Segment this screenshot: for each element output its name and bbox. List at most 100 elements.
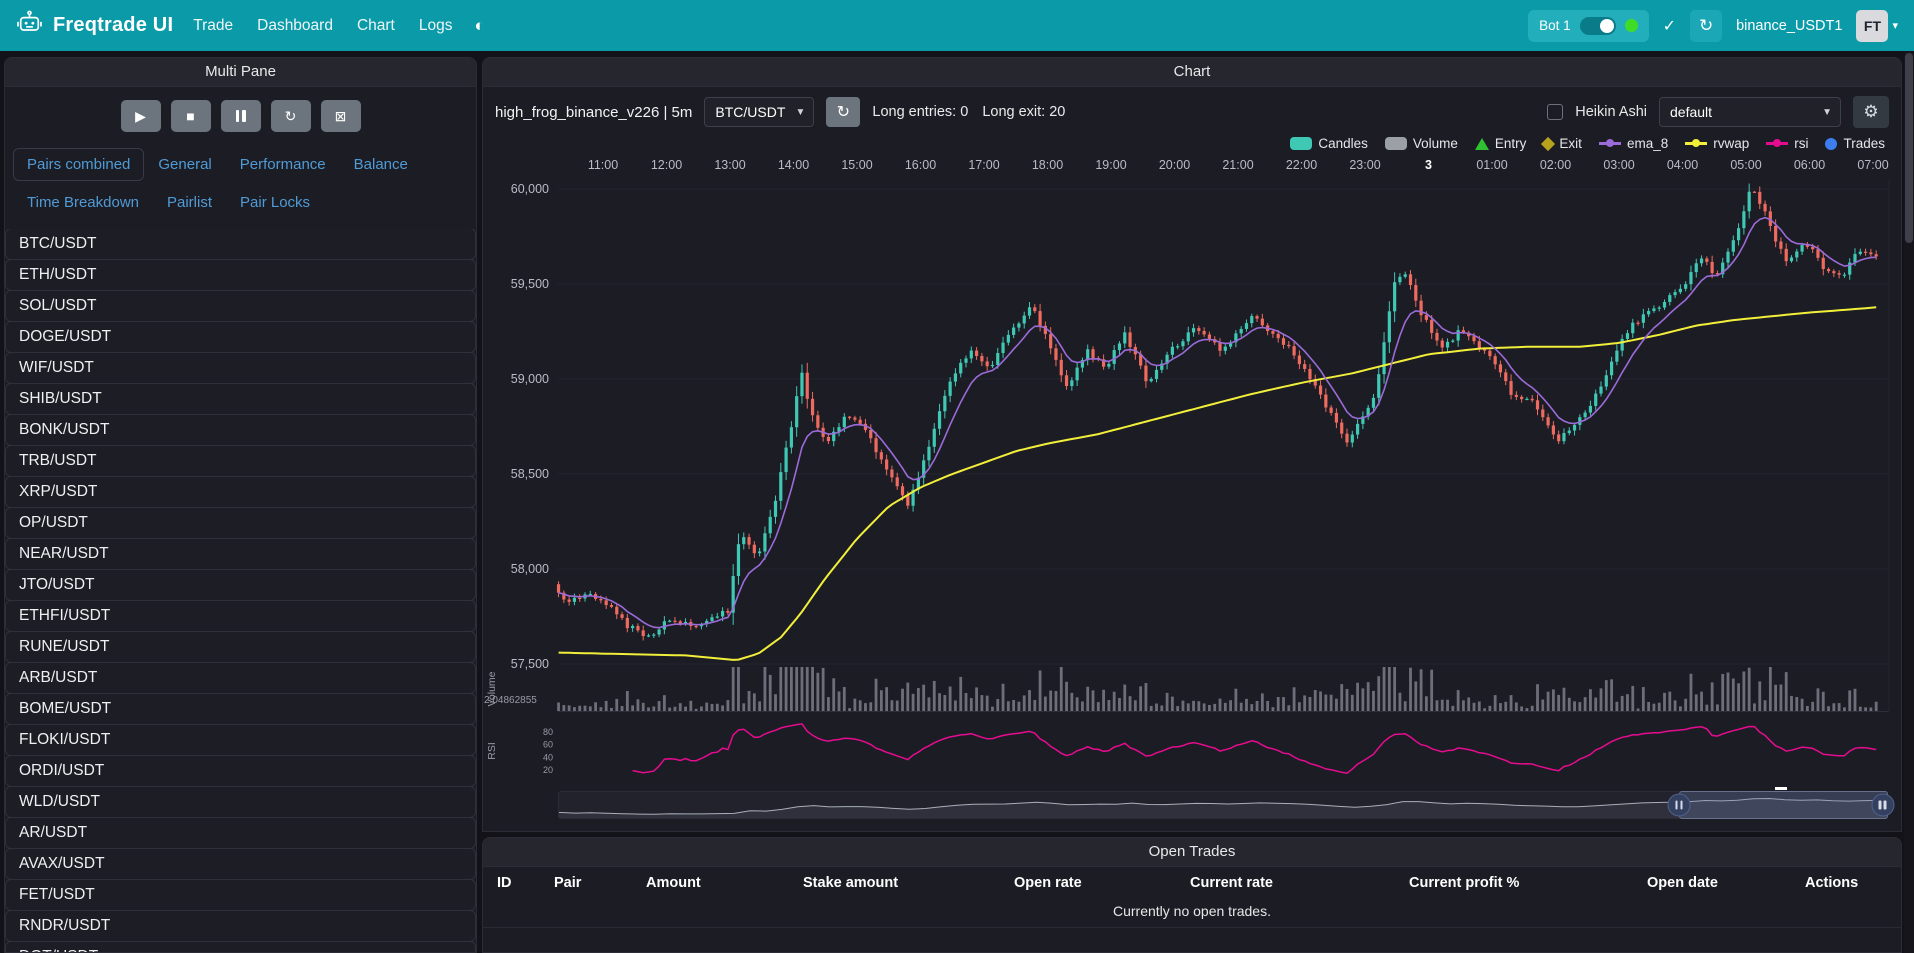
pair-item[interactable]: JTO/USDT <box>5 569 476 601</box>
svg-text:19:00: 19:00 <box>1095 158 1126 172</box>
svg-text:59,500: 59,500 <box>511 277 549 291</box>
pair-item[interactable]: WLD/USDT <box>5 786 476 818</box>
volume-marker-icon <box>1385 137 1407 150</box>
pair-item[interactable]: RNDR/USDT <box>5 910 476 942</box>
tab-performance[interactable]: Performance <box>226 148 340 181</box>
tab-balance[interactable]: Balance <box>340 148 422 181</box>
navbar-links: Trade Dashboard Chart Logs <box>193 17 452 35</box>
svg-text:23:00: 23:00 <box>1349 158 1380 172</box>
column-actions: Actions <box>1805 875 1887 891</box>
tab-pairlist[interactable]: Pairlist <box>153 186 226 219</box>
svg-text:40: 40 <box>543 752 553 762</box>
open-trades-panel: Open Trades IDPairAmountStake amountOpen… <box>482 837 1902 953</box>
heikin-ashi-label: Heikin Ashi <box>1575 104 1647 120</box>
pair-item[interactable]: OP/USDT <box>5 507 476 539</box>
svg-text:60,000: 60,000 <box>511 182 549 196</box>
column-id: ID <box>497 875 554 891</box>
long-exits-label: Long exit: 20 <box>982 104 1065 120</box>
pair-item[interactable]: FLOKI/USDT <box>5 724 476 756</box>
pair-select[interactable]: BTC/USDT ▼ <box>704 97 814 127</box>
pair-item[interactable]: DOT/USDT <box>5 941 476 952</box>
reload-icon: ↻ <box>1699 16 1713 36</box>
gear-icon: ⚙ <box>1863 102 1878 121</box>
chart-panel-title: Chart <box>483 58 1901 87</box>
nav-link-chart[interactable]: Chart <box>357 17 395 35</box>
brand[interactable]: Freqtrade UI <box>16 10 173 42</box>
multi-pane-tabs: Pairs combinedGeneralPerformanceBalance T… <box>5 142 476 221</box>
play-button[interactable]: ▶ <box>121 100 161 132</box>
pair-item[interactable]: WIF/USDT <box>5 352 476 384</box>
pair-item[interactable]: NEAR/USDT <box>5 538 476 570</box>
legend-item-exit[interactable]: Exit <box>1543 136 1582 151</box>
plot-settings-button[interactable]: ⚙ <box>1853 96 1889 128</box>
svg-text:14:00: 14:00 <box>778 158 809 172</box>
tab-time-breakdown[interactable]: Time Breakdown <box>13 186 153 219</box>
nav-link-dashboard[interactable]: Dashboard <box>257 17 333 35</box>
pair-item[interactable]: ORDI/USDT <box>5 755 476 787</box>
column-open-date: Open date <box>1647 875 1805 891</box>
legend-item-volume[interactable]: Volume <box>1385 136 1458 151</box>
refresh-chart-button[interactable]: ↻ <box>826 97 860 127</box>
exit-marker-icon <box>1541 136 1555 150</box>
legend-item-trades[interactable]: Trades <box>1825 136 1885 151</box>
pair-item[interactable]: ARB/USDT <box>5 662 476 694</box>
theme-toggle-icon[interactable]: ◐ <box>474 16 484 36</box>
refresh-all-button[interactable]: ↻ <box>1690 10 1722 42</box>
rsi-marker-icon <box>1766 142 1788 145</box>
pair-item[interactable]: FET/USDT <box>5 879 476 911</box>
pair-item[interactable]: AR/USDT <box>5 817 476 849</box>
reload-button[interactable]: ↻ <box>271 100 311 132</box>
nav-link-logs[interactable]: Logs <box>419 17 453 35</box>
bot-toggle[interactable] <box>1580 17 1616 35</box>
tab-pairs-combined[interactable]: Pairs combined <box>13 148 144 181</box>
chevron-down-icon: ▼ <box>795 107 805 118</box>
bot-selector[interactable]: Bot 1 <box>1528 10 1649 42</box>
navigator-right-handle[interactable] <box>1871 794 1894 817</box>
stop-button[interactable]: ■ <box>171 100 211 132</box>
pair-item[interactable]: RUNE/USDT <box>5 631 476 663</box>
svg-text:80: 80 <box>543 727 553 737</box>
pair-item[interactable]: SHIB/USDT <box>5 383 476 415</box>
strategy-timeframe-label: high_frog_binance_v226 | 5m <box>495 104 692 121</box>
pair-item[interactable]: BOME/USDT <box>5 693 476 725</box>
pair-item[interactable]: TRB/USDT <box>5 445 476 477</box>
tab-pair-locks[interactable]: Pair Locks <box>226 186 324 219</box>
pair-item[interactable]: BONK/USDT <box>5 414 476 446</box>
clear-chart-button[interactable]: ⊠ <box>321 100 361 132</box>
tab-general[interactable]: General <box>144 148 225 181</box>
navigator-left-handle[interactable] <box>1668 794 1691 817</box>
svg-text:21:00: 21:00 <box>1222 158 1253 172</box>
pause-button[interactable] <box>221 100 261 132</box>
legend-item-entry[interactable]: Entry <box>1475 136 1527 151</box>
pair-item[interactable]: BTC/USDT <box>5 229 476 260</box>
heikin-ashi-checkbox[interactable] <box>1547 104 1563 120</box>
navigator-selected-range[interactable] <box>1679 791 1888 819</box>
legend-item-rvwap[interactable]: rvwap <box>1685 136 1749 151</box>
pair-item[interactable]: DOGE/USDT <box>5 321 476 353</box>
avatar[interactable]: FT <box>1856 10 1888 42</box>
scrollbar-thumb[interactable] <box>1905 53 1913 243</box>
svg-text:57,500: 57,500 <box>511 657 549 671</box>
freqtrade-robot-icon <box>16 10 43 42</box>
page-scrollbar[interactable] <box>1904 51 1914 953</box>
pair-item[interactable]: ETHFI/USDT <box>5 600 476 632</box>
pair-item[interactable]: ETH/USDT <box>5 259 476 291</box>
entry-marker-icon <box>1475 138 1489 150</box>
svg-text:06:00: 06:00 <box>1794 158 1825 172</box>
pair-item[interactable]: SOL/USDT <box>5 290 476 322</box>
svg-text:20:00: 20:00 <box>1159 158 1190 172</box>
legend-item-ema_8[interactable]: ema_8 <box>1599 136 1668 151</box>
chart-navigator[interactable] <box>558 791 1888 819</box>
user-menu[interactable]: FT ▾ <box>1856 10 1898 42</box>
nav-link-trade[interactable]: Trade <box>193 17 233 35</box>
legend-item-candles[interactable]: Candles <box>1290 136 1368 151</box>
pair-item[interactable]: XRP/USDT <box>5 476 476 508</box>
plot-config-select[interactable]: default ▼ <box>1659 97 1841 127</box>
bot-name: Bot 1 <box>1539 18 1571 33</box>
svg-text:20: 20 <box>543 765 553 775</box>
pair-item[interactable]: AVAX/USDT <box>5 848 476 880</box>
legend-item-rsi[interactable]: rsi <box>1766 136 1808 151</box>
brand-title: Freqtrade UI <box>53 14 173 37</box>
price-chart[interactable]: 60,00059,50059,00058,50058,00057,50011:0… <box>483 155 1902 787</box>
svg-text:17:00: 17:00 <box>968 158 999 172</box>
